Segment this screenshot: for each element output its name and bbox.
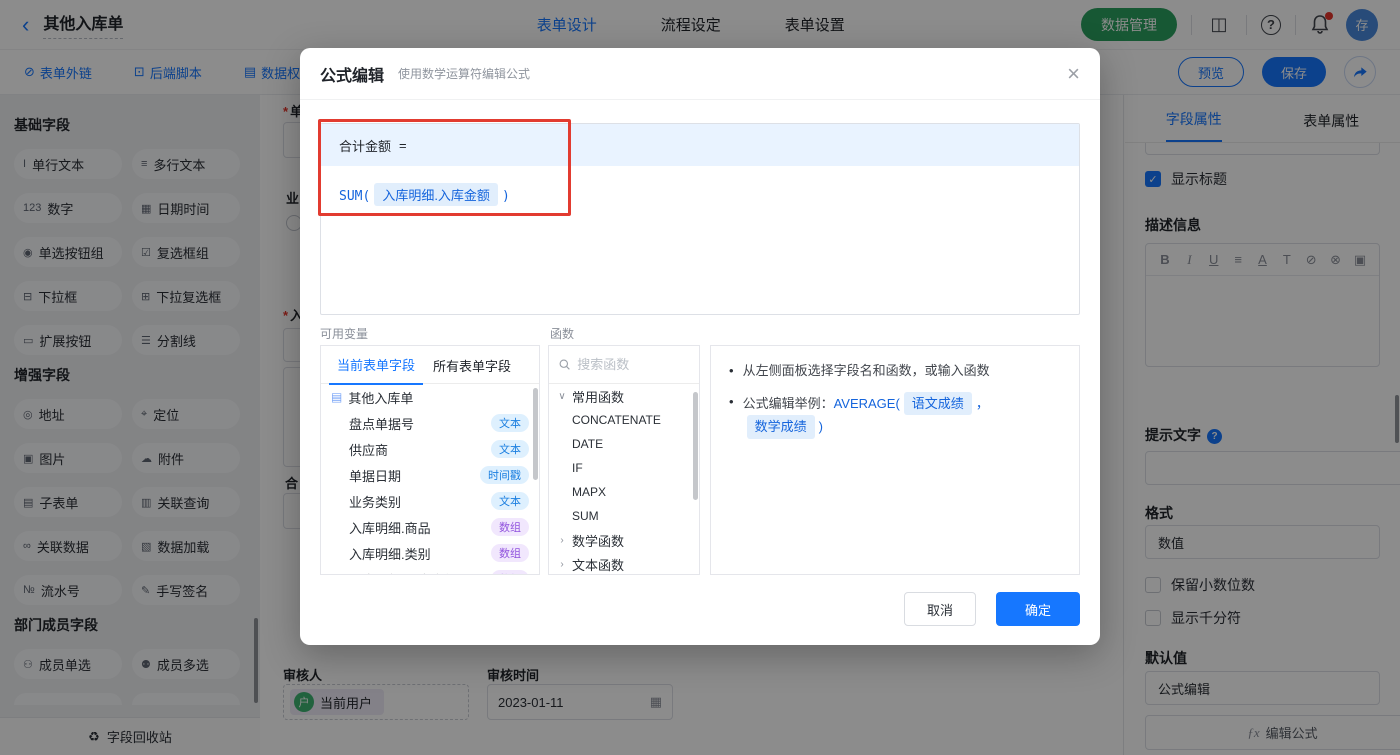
formula-function: SUM( (339, 189, 371, 204)
variable-type-badge: 时间戳 (480, 466, 529, 484)
variable-type-badge: 文本 (491, 492, 529, 510)
function-search[interactable] (549, 346, 699, 384)
example-function: AVERAGE( (833, 395, 900, 411)
formula-field-pill[interactable]: 入库明细.入库金额 (374, 183, 498, 206)
functions-panel: ∨ 常用函数 CONCATENATE DATE IF MAPX SUM › 数学… (548, 345, 700, 575)
chevron-down-icon: ∨ (558, 390, 566, 402)
variables-label: 可用变量 (320, 327, 369, 341)
variable-row[interactable]: 入库明细.入库金额 数组 (321, 566, 539, 575)
functions-label: 函数 (550, 327, 575, 341)
modal-subtitle: 使用数学运算符编辑公式 (398, 67, 531, 81)
function-group-text[interactable]: › 文本函数 (549, 552, 699, 574)
variable-type-badge: 数组 (491, 544, 529, 562)
tip-example-line: • 公式编辑举例：AVERAGE(语文成绩 ，数学成绩) (729, 391, 1061, 439)
variables-panel: 当前表单字段 所有表单字段 ▤ 其他入库单 盘点单据号 文本 供应商 文本 单据… (320, 345, 540, 575)
function-item[interactable]: DATE (549, 432, 699, 456)
variable-type-badge: 数组 (491, 518, 529, 536)
variables-scrollbar[interactable] (533, 388, 538, 480)
variable-name: 业务类别 (349, 494, 402, 510)
variable-name: 入库明细.类别 (349, 546, 431, 562)
variable-row[interactable]: 单据日期 时间戳 (321, 462, 539, 488)
variables-root-label: 其他入库单 (348, 390, 414, 406)
variables-tab[interactable]: 当前表单字段 (329, 346, 424, 385)
function-group-label: 常用函数 (572, 389, 625, 405)
variable-name: 单据日期 (349, 468, 402, 484)
function-group-math[interactable]: › 数学函数 (549, 528, 699, 552)
function-item[interactable]: SUM (549, 504, 699, 528)
variable-row[interactable]: 盘点单据号 文本 (321, 410, 539, 436)
variables-root-row[interactable]: ▤ 其他入库单 (321, 384, 539, 410)
functions-scrollbar[interactable] (693, 392, 698, 500)
variable-name: 供应商 (349, 442, 389, 458)
tip-example: 公式编辑举例：AVERAGE(语文成绩 ，数学成绩) (743, 391, 1061, 439)
variable-row[interactable]: 业务类别 文本 (321, 488, 539, 514)
variable-type-badge: 数组 (491, 570, 529, 574)
formula-editor[interactable]: 合计金额 = SUM(入库明细.入库金额) (320, 123, 1080, 315)
tip-line: • 从左侧面板选择字段名和函数，或输入函数 (729, 361, 1061, 381)
tip-text: 从左侧面板选择字段名和函数，或输入函数 (742, 363, 990, 378)
formula-close-paren: ) (501, 189, 510, 204)
function-group-common[interactable]: ∨ 常用函数 (549, 384, 699, 408)
variable-row[interactable]: 入库明细.类别 数组 (321, 540, 539, 566)
function-item[interactable]: CONCATENATE (549, 408, 699, 432)
modal-title: 公式编辑 (320, 67, 385, 85)
chevron-right-icon: › (560, 558, 564, 570)
variables-tabs: 当前表单字段 所有表单字段 (321, 346, 539, 385)
variable-name: 盘点单据号 (349, 416, 415, 432)
variable-type-badge: 文本 (491, 414, 529, 432)
formula-edit-modal: 公式编辑 使用数学运算符编辑公式 × 合计金额 = SUM(入库明细.入库金额)… (300, 48, 1100, 645)
equals-sign: = (399, 137, 407, 153)
form-doc-icon: ▤ (331, 390, 343, 404)
confirm-button[interactable]: 确定 (996, 592, 1080, 626)
chevron-right-icon: › (560, 534, 564, 546)
tips-panel: • 从左侧面板选择字段名和函数，或输入函数 • 公式编辑举例：AVERAGE(语… (710, 345, 1080, 575)
variable-name: 入库明细.入库金额 (349, 570, 457, 575)
variable-row[interactable]: 入库明细.商品 数组 (321, 514, 539, 540)
example-field-pill: 数学成绩 (746, 415, 815, 439)
modal-header: 公式编辑 使用数学运算符编辑公式 × (300, 48, 1100, 100)
formula-target-band: 合计金额 = (321, 124, 1079, 166)
function-list: CONCATENATE DATE IF MAPX SUM (549, 408, 699, 528)
modal-footer: 取消 确定 (904, 592, 1080, 626)
example-field-pill: 语文成绩 (903, 391, 972, 415)
cancel-button[interactable]: 取消 (904, 592, 976, 626)
close-icon[interactable]: × (1067, 62, 1080, 85)
variable-row[interactable]: 供应商 文本 (321, 436, 539, 462)
function-search-input[interactable] (577, 357, 689, 372)
function-group-label: 数学函数 (572, 533, 625, 549)
function-item[interactable]: IF (549, 456, 699, 480)
function-group-label: 文本函数 (572, 557, 625, 573)
variable-type-badge: 文本 (491, 440, 529, 458)
variables-list: 盘点单据号 文本 供应商 文本 单据日期 时间戳 业务类别 文本 入库明细.商品… (321, 410, 539, 575)
variables-tab[interactable]: 所有表单字段 (425, 346, 519, 384)
formula-target: 合计金额 (339, 138, 392, 154)
function-item[interactable]: MAPX (549, 480, 699, 504)
search-icon (559, 359, 570, 370)
formula-expression[interactable]: SUM(入库明细.入库金额) (321, 166, 1079, 223)
variable-name: 入库明细.商品 (349, 520, 431, 536)
